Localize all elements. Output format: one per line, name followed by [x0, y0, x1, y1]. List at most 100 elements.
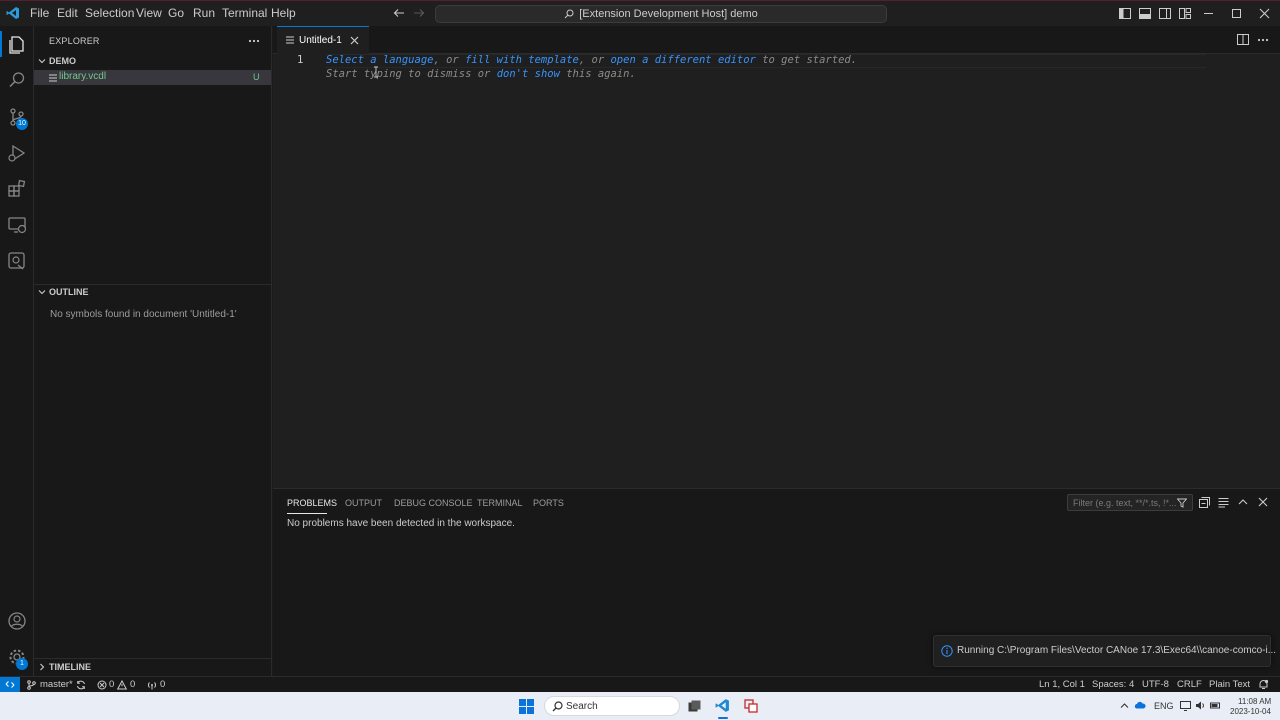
customize-layout-icon[interactable]	[1179, 8, 1191, 19]
language-mode[interactable]: Plain Text	[1209, 679, 1250, 690]
active-tab-underline	[287, 513, 327, 514]
volume-icon[interactable]	[1195, 700, 1206, 711]
menu-run[interactable]: Run	[193, 6, 215, 20]
chevron-right-icon	[38, 663, 46, 671]
forward-arrow-icon[interactable]	[413, 7, 425, 19]
hint-tail: this again.	[559, 68, 636, 80]
tab-untitled-1[interactable]: Untitled-1	[277, 26, 369, 54]
panel-tab-debug-console[interactable]: DEBUG CONSOLE	[394, 498, 473, 508]
view-as-list-icon[interactable]	[1218, 497, 1229, 508]
clock-date[interactable]: 2023-10-04	[1230, 707, 1271, 716]
input-language[interactable]: ENG	[1154, 701, 1174, 711]
status-bar: master* 0 0 0 Ln 1, Col 1 Spaces: 4 UTF-…	[0, 676, 1280, 692]
panel-tab-output[interactable]: OUTPUT	[345, 498, 382, 508]
editor-more-actions-icon[interactable]	[1257, 38, 1269, 42]
hint-tail: to get started.	[755, 54, 858, 66]
windows-start-icon[interactable]	[519, 699, 534, 714]
hint-separator: , or	[578, 54, 611, 66]
panel-tab-ports[interactable]: PORTS	[533, 498, 564, 508]
warning-count[interactable]: 0	[130, 679, 135, 690]
tab-title: Untitled-1	[299, 35, 342, 46]
collapse-all-icon[interactable]	[1199, 497, 1210, 508]
menu-selection[interactable]: Selection	[85, 6, 134, 20]
notification-text: Running C:\Program Files\Vector CANoe 17…	[957, 645, 1277, 656]
task-view-icon[interactable]	[688, 700, 701, 712]
canoe-taskbar-icon[interactable]	[744, 699, 758, 713]
bottom-panel: PROBLEMS OUTPUT DEBUG CONSOLE TERMINAL P…	[273, 488, 1280, 676]
close-panel-icon[interactable]	[1258, 497, 1268, 507]
problems-empty-message: No problems have been detected in the wo…	[287, 518, 515, 529]
file-lines-icon	[286, 36, 294, 44]
filter-funnel-icon[interactable]	[1177, 498, 1187, 508]
command-center[interactable]: [Extension Development Host] demo	[435, 5, 887, 23]
run-debug-icon[interactable]	[6, 142, 28, 164]
panel-tab-problems[interactable]: PROBLEMS	[287, 498, 337, 508]
minimize-icon[interactable]	[1204, 13, 1213, 14]
branch-name[interactable]: master*	[40, 679, 73, 690]
menu-file[interactable]: File	[30, 6, 49, 20]
maximize-panel-chevron-up-icon[interactable]	[1238, 498, 1248, 506]
manage-gear-icon[interactable]: 1	[6, 646, 28, 670]
toggle-primary-sidebar-icon[interactable]	[1119, 8, 1131, 19]
tab-bar: Untitled-1	[273, 26, 1280, 54]
menu-edit[interactable]: Edit	[57, 6, 78, 20]
cursor-position[interactable]: Ln 1, Col 1	[1039, 679, 1085, 690]
accounts-icon[interactable]	[6, 610, 28, 632]
panel-tab-terminal[interactable]: TERMINAL	[477, 498, 523, 508]
active-indicator	[0, 31, 2, 57]
notifications-bell-icon[interactable]	[1258, 679, 1269, 690]
menu-view[interactable]: View	[136, 6, 162, 20]
onedrive-cloud-icon[interactable]	[1134, 701, 1146, 709]
extensions-icon[interactable]	[6, 178, 28, 200]
error-count[interactable]: 0	[109, 679, 114, 690]
chevron-down-icon	[38, 57, 46, 65]
chevron-down-icon	[38, 288, 46, 296]
file-lines-icon	[49, 74, 57, 82]
indentation[interactable]: Spaces: 4	[1092, 679, 1134, 690]
taskbar-search-label: Search	[566, 701, 598, 712]
encoding[interactable]: UTF-8	[1142, 679, 1169, 690]
network-icon[interactable]	[1180, 700, 1191, 711]
search-view-icon[interactable]	[6, 69, 28, 91]
menu-terminal[interactable]: Terminal	[222, 6, 267, 20]
hint-start: Start typing to dismiss or	[326, 68, 497, 80]
fill-template-link[interactable]: fill with template	[465, 54, 579, 66]
more-actions-icon[interactable]	[248, 39, 260, 43]
split-editor-icon[interactable]	[1237, 34, 1249, 45]
remote-explorer-icon[interactable]	[6, 214, 28, 236]
taskbar-search-box[interactable]: Search	[544, 696, 680, 716]
remote-indicator[interactable]	[0, 677, 20, 692]
problems-filter-input[interactable]: Filter (e.g. text, **/*.ts, !*...	[1067, 494, 1193, 511]
accounts-badge: 1	[16, 658, 28, 670]
outline-title: OUTLINE	[49, 287, 89, 297]
close-window-icon[interactable]	[1259, 8, 1270, 19]
select-language-link[interactable]: Select a language	[326, 54, 433, 66]
ports-count[interactable]: 0	[160, 679, 165, 690]
folder-header-demo[interactable]: DEMO	[34, 54, 271, 68]
clock-time[interactable]: 11:08 AM	[1238, 697, 1271, 706]
vscode-taskbar-icon[interactable]	[715, 698, 730, 713]
back-arrow-icon[interactable]	[393, 7, 405, 19]
window-title: [Extension Development Host] demo	[579, 8, 758, 20]
outline-header[interactable]: OUTLINE	[34, 285, 271, 299]
close-tab-icon[interactable]	[350, 36, 359, 45]
activity-bar: 10 1	[0, 26, 34, 676]
end-of-line[interactable]: CRLF	[1177, 679, 1202, 690]
battery-icon[interactable]	[1210, 700, 1221, 711]
notification-toast[interactable]: Running C:\Program Files\Vector CANoe 17…	[933, 635, 1276, 667]
toggle-panel-icon[interactable]	[1139, 8, 1151, 19]
file-item-library[interactable]: library.vcdl U	[34, 70, 271, 85]
menu-help[interactable]: Help	[271, 6, 296, 20]
timeline-header[interactable]: TIMELINE	[34, 660, 271, 674]
explorer-icon[interactable]	[6, 33, 28, 55]
dont-show-link[interactable]: don't show	[497, 68, 560, 80]
restore-icon[interactable]	[1232, 9, 1241, 18]
open-different-editor-link[interactable]: open a different editor	[610, 54, 755, 66]
toggle-secondary-sidebar-icon[interactable]	[1159, 8, 1171, 19]
sync-icon[interactable]	[76, 680, 86, 690]
testing-icon[interactable]	[6, 250, 28, 272]
tray-chevron-up-icon[interactable]	[1120, 702, 1129, 709]
source-control-icon[interactable]: 10	[6, 106, 28, 130]
warning-icon	[117, 680, 127, 690]
menu-go[interactable]: Go	[168, 6, 184, 20]
